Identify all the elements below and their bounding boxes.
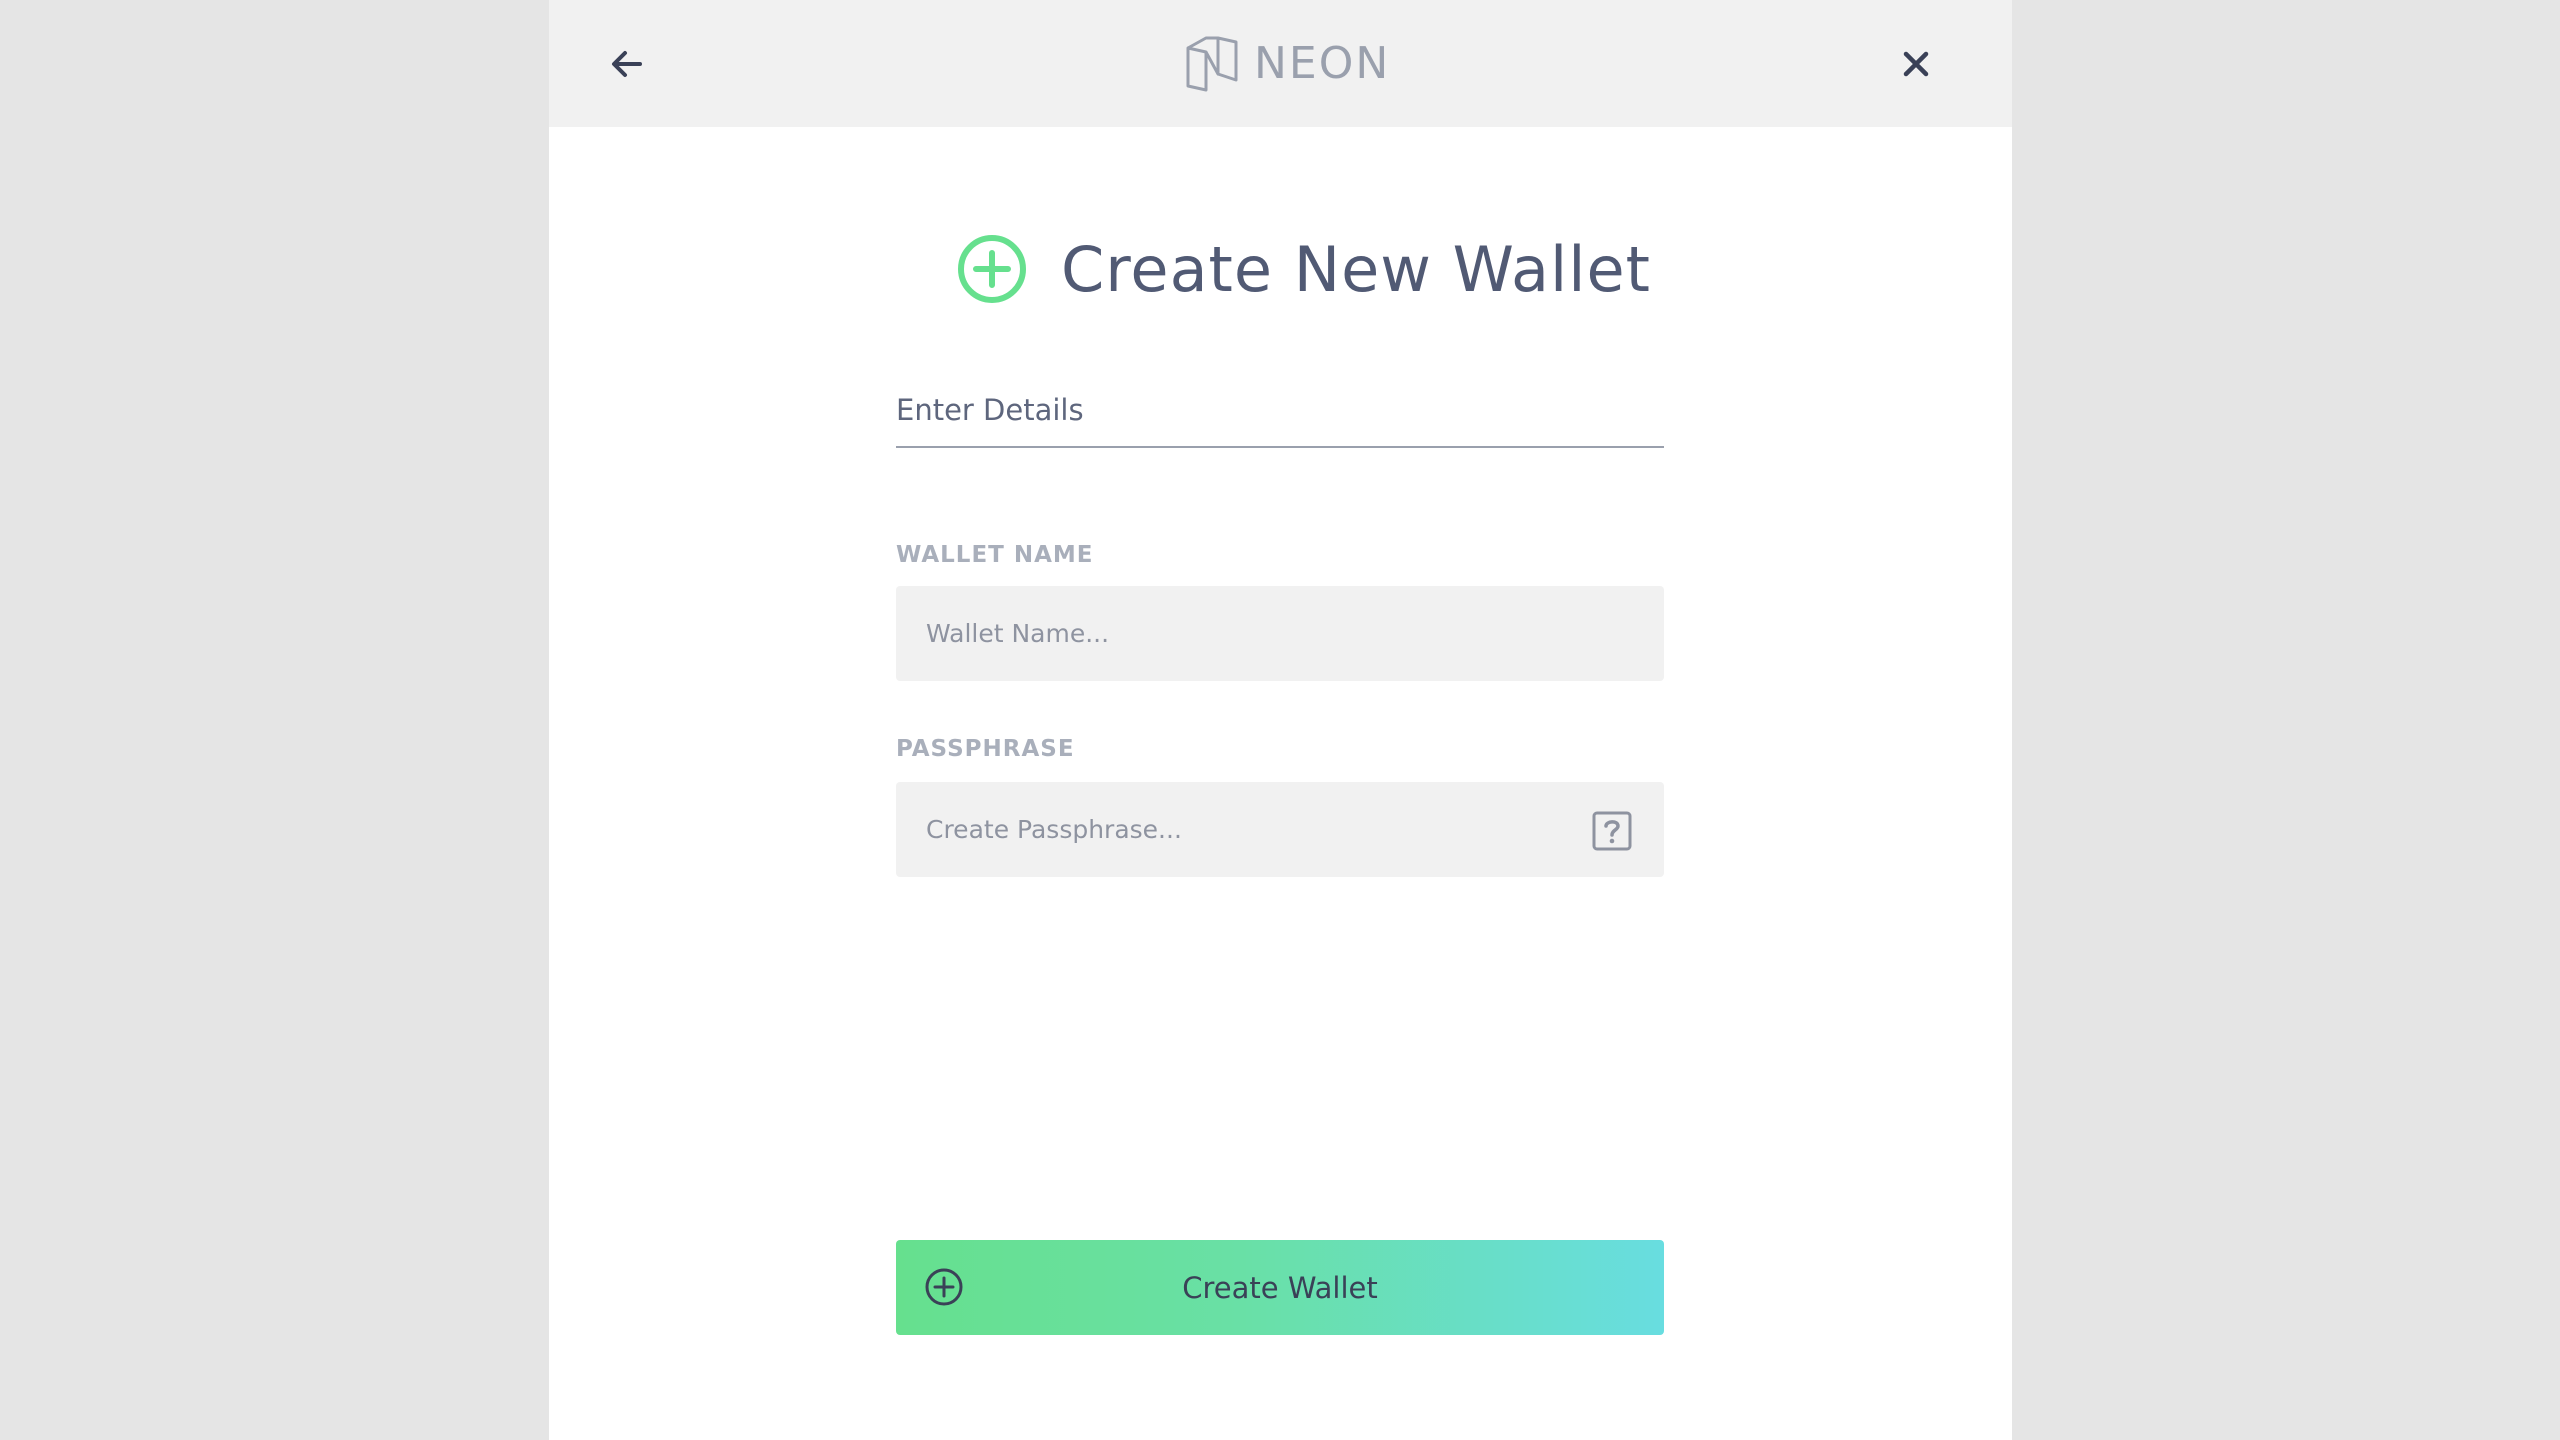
- plus-circle-icon: [958, 235, 1026, 303]
- arrow-left-icon: [612, 51, 642, 77]
- neon-logo: NEON: [1184, 32, 1390, 94]
- section-label: Enter Details: [896, 393, 1084, 427]
- enter-details-section: Enter Details: [896, 388, 1664, 448]
- passphrase-field: [896, 782, 1664, 877]
- page-title: Create New Wallet: [1061, 232, 1651, 306]
- passphrase-input[interactable]: [896, 782, 1664, 877]
- passphrase-label: PASSPHRASE: [896, 736, 1075, 762]
- wallet-panel: [549, 0, 2012, 1440]
- question-mark-icon[interactable]: [1592, 811, 1632, 851]
- wallet-name-input[interactable]: [896, 586, 1664, 681]
- close-button[interactable]: [1888, 36, 1944, 92]
- page-title-row: Create New Wallet: [957, 232, 1651, 306]
- close-icon: [1903, 51, 1929, 77]
- logo-text: NEON: [1254, 37, 1391, 89]
- create-wallet-label: Create Wallet: [1182, 1270, 1378, 1305]
- wallet-name-label: WALLET NAME: [896, 542, 1094, 568]
- back-button[interactable]: [599, 36, 655, 92]
- create-wallet-button[interactable]: Create Wallet: [896, 1240, 1664, 1335]
- neon-logo-icon: [1186, 36, 1238, 92]
- wallet-name-field: [896, 586, 1664, 681]
- plus-circle-icon: [925, 1268, 963, 1306]
